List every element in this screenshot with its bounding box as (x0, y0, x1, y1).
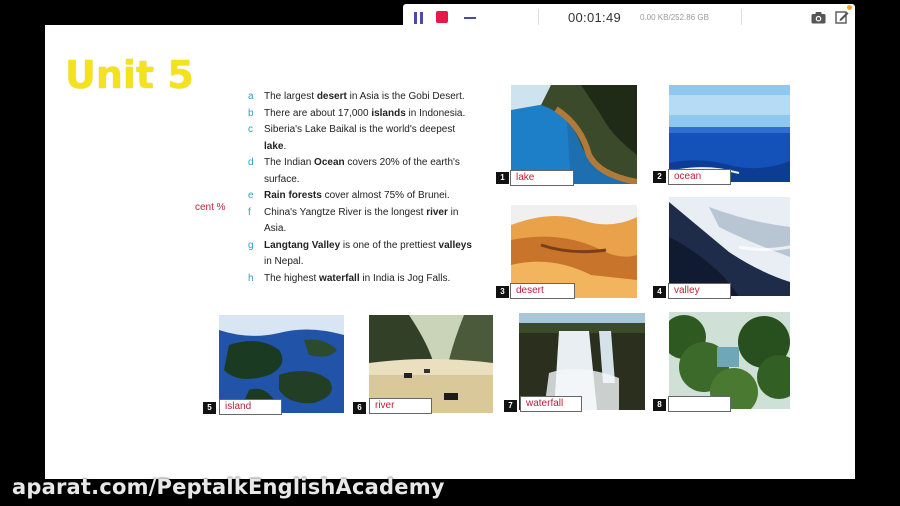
picture-number: 2 (653, 171, 666, 183)
sentence-text: in India is Jog Falls. (359, 272, 451, 284)
photo-ocean (669, 85, 790, 182)
picture-number: 3 (496, 286, 509, 298)
sentence-text: in Indonesia. (405, 107, 466, 119)
keyword: islands (371, 107, 406, 119)
picture-number: 1 (496, 172, 509, 184)
sentence-letter: c (248, 124, 253, 135)
pause-icon[interactable] (413, 12, 425, 24)
answer-field-2[interactable]: ocean (668, 169, 731, 185)
sentence-item: f China's Yangtze River is the longest ri… (245, 205, 480, 238)
photo-rainforest (669, 312, 790, 409)
sentence-item: h The highest waterfall in India is Jog F… (245, 271, 480, 288)
keyword: valleys (438, 239, 472, 251)
sentence-text: The highest (264, 272, 320, 284)
picture-number: 6 (353, 402, 366, 414)
slide: Unit 5 cent % a The largest desert in Asi… (45, 25, 855, 479)
recording-timer: 00:01:49 (568, 10, 622, 25)
keyword: desert (316, 91, 347, 102)
divider (741, 9, 742, 26)
sentence-letter: a (248, 91, 254, 102)
answer-field-3[interactable]: desert (510, 283, 575, 299)
sentence-text: Siberia's Lake Baikal is the world's dee… (264, 124, 456, 135)
photo-valley (669, 197, 790, 296)
keyword: Ocean (314, 157, 345, 168)
sentence-text: There are about 17,000 (264, 107, 372, 119)
stop-icon[interactable] (436, 11, 448, 23)
keyword: lake (264, 140, 284, 152)
watermark: aparat.com/PeptalkEnglishAcademy (12, 475, 445, 499)
storage-readout: 0.00 KB/252.86 GB (640, 13, 709, 22)
sentence-text: The Indian (264, 157, 315, 168)
answer-field-6[interactable]: river (369, 398, 432, 414)
cropped-text: cent % (195, 202, 226, 213)
sentence-list: a The largest desert in Asia is the Gobi … (245, 89, 480, 287)
picture-number: 7 (504, 400, 517, 412)
sentence-text: cover almost 75% of Brunei. (321, 190, 450, 201)
sentence-item: a The largest desert in Asia is the Gobi … (245, 89, 480, 106)
picture-number: 8 (653, 399, 666, 411)
answer-field-8[interactable] (668, 396, 731, 412)
sentence-text: . (283, 140, 287, 152)
sentence-letter: g (248, 239, 254, 251)
picture-number: 4 (653, 286, 666, 298)
keyword: Rain forests (264, 190, 322, 201)
sentence-letter: e (248, 190, 254, 201)
picture-number: 5 (203, 402, 216, 414)
sentence-item: g Langtang Valley is one of the prettiest… (245, 238, 480, 271)
sentence-item: e Rain forests cover almost 75% of Brunei… (245, 188, 480, 205)
sentence-item: d The Indian Ocean covers 20% of the eart… (245, 155, 480, 188)
sentence-text: The largest (264, 91, 317, 102)
sentence-letter: f (248, 206, 251, 218)
sentence-letter: h (248, 272, 254, 284)
divider (538, 9, 539, 26)
sentence-text: in Nepal. (264, 256, 304, 267)
camera-icon[interactable] (811, 11, 826, 24)
sentence-item: c Siberia's Lake Baikal is the world's de… (245, 122, 480, 155)
notification-dot (847, 5, 852, 10)
keyword: river (426, 206, 448, 218)
keyword: waterfall (319, 272, 360, 284)
unit-title: Unit 5 (65, 53, 194, 97)
answer-field-5[interactable]: island (219, 399, 282, 415)
minimize-icon[interactable] (464, 17, 476, 19)
sentence-letter: b (248, 107, 254, 119)
sentence-text: is one of the prettiest (342, 239, 439, 251)
sentence-letter: d (248, 157, 254, 168)
keyword: Langtang Valley (264, 239, 343, 251)
answer-field-1[interactable]: lake (510, 170, 574, 186)
answer-field-4[interactable]: valley (668, 283, 731, 299)
sentence-text: in Asia is the Gobi Desert. (346, 91, 465, 102)
sentence-text: China's Yangtze River is the longest (264, 206, 427, 218)
answer-field-7[interactable]: waterfall (520, 396, 582, 412)
sentence-item: b There are about 17,000 islands in Indon… (245, 106, 480, 123)
edit-icon[interactable] (835, 10, 849, 24)
